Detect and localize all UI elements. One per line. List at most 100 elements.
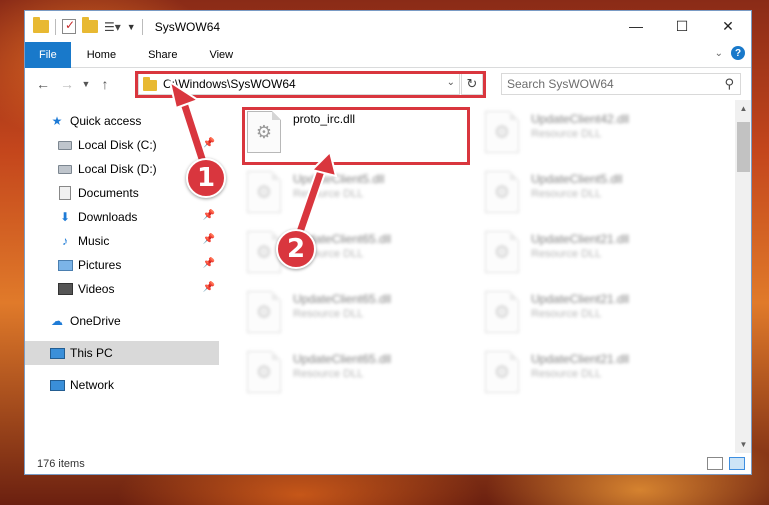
file-type: Resource DLL <box>531 188 602 200</box>
scroll-down-icon[interactable]: ▼ <box>735 436 751 453</box>
ribbon-right-controls: ⌄ ? <box>715 46 745 60</box>
sidebar-item-this-pc[interactable]: This PC <box>25 341 219 365</box>
quick-access-toolbar: ☰▾ ▼ <box>25 17 143 35</box>
tab-home[interactable]: Home <box>71 42 132 68</box>
pictures-icon <box>57 258 73 272</box>
sidebar-item-label: Network <box>70 378 115 392</box>
view-switcher <box>707 457 745 470</box>
sidebar-item-onedrive[interactable]: ☁ OneDrive <box>25 309 219 333</box>
sidebar-item-local-disk-c[interactable]: Local Disk (C:) 📌 <box>25 133 219 157</box>
documents-icon <box>57 186 73 200</box>
file-explorer-window: ☰▾ ▼ SysWOW64 — ☐ ✕ File Home Share View… <box>24 10 752 475</box>
search-icon: ⚲ <box>724 76 734 91</box>
details-view-icon[interactable] <box>707 457 723 470</box>
cloud-icon: ☁ <box>51 314 63 328</box>
file-name: UpdateClient5.dll <box>293 172 385 186</box>
pin-icon[interactable]: 📌 <box>203 210 215 221</box>
pin-icon[interactable]: 📌 <box>203 138 215 149</box>
toolbar-divider <box>141 18 143 35</box>
sidebar-item-downloads[interactable]: ⬇ Downloads 📌 <box>25 205 219 229</box>
scroll-thumb[interactable] <box>737 122 750 172</box>
help-icon[interactable]: ? <box>731 46 745 60</box>
maximize-button[interactable]: ☐ <box>659 11 705 41</box>
sidebar-item-music[interactable]: ♪ Music 📌 <box>25 229 219 253</box>
dll-file-icon: ⚙ <box>247 171 281 213</box>
chevron-down-icon[interactable]: ▼ <box>127 22 136 32</box>
vertical-scrollbar[interactable]: ▲ ▼ <box>735 100 751 453</box>
file-type: Resource DLL <box>293 308 364 320</box>
file-item[interactable]: ⚙ UpdateClient5.dll Resource DLL <box>247 171 477 221</box>
file-item[interactable]: ⚙ UpdateClient21.dll Resource DLL <box>485 291 715 341</box>
tab-view[interactable]: View <box>193 42 249 68</box>
file-type: Resource DLL <box>531 128 602 140</box>
file-item[interactable]: ⚙ UpdateClient65.dll Resource DLL <box>247 351 477 401</box>
dll-file-icon: ⚙ <box>485 351 519 393</box>
step-badge-1: 1 <box>186 158 226 198</box>
properties-icon[interactable] <box>62 18 76 34</box>
item-count: 176 items <box>37 458 85 470</box>
file-type: Resource DLL <box>531 248 602 260</box>
sidebar-item-label: Documents <box>78 186 139 200</box>
file-item[interactable]: ⚙ UpdateClient5.dll Resource DLL <box>485 171 715 221</box>
address-highlight-box <box>135 71 486 98</box>
sidebar-item-label: Music <box>78 234 110 248</box>
file-name: UpdateClient21.dll <box>531 292 630 306</box>
ribbon-tabs: File Home Share View ⌄ ? <box>25 41 751 68</box>
file-item[interactable]: ⚙ UpdateClient21.dll Resource DLL <box>485 231 715 281</box>
window-controls: — ☐ ✕ <box>613 11 751 41</box>
large-icons-view-icon[interactable] <box>729 457 745 470</box>
sidebar-item-label: Videos <box>78 282 115 296</box>
dll-file-icon: ⚙ <box>485 291 519 333</box>
close-button[interactable]: ✕ <box>705 11 751 41</box>
sidebar-item-label: OneDrive <box>70 314 121 328</box>
search-placeholder: Search SysWOW64 <box>507 77 614 91</box>
tab-file[interactable]: File <box>25 41 71 68</box>
dll-file-icon: ⚙ <box>485 231 519 273</box>
scroll-up-icon[interactable]: ▲ <box>735 100 751 117</box>
recent-locations-chevron-icon[interactable]: ▼ <box>79 72 93 96</box>
pin-icon[interactable]: 📌 <box>203 282 215 293</box>
dll-file-icon: ⚙ <box>247 291 281 333</box>
file-highlight-box <box>242 107 470 165</box>
sidebar-item-videos[interactable]: Videos 📌 <box>25 277 219 301</box>
videos-icon <box>57 282 73 296</box>
back-arrow-icon[interactable]: ← <box>31 72 55 96</box>
folder-icon <box>33 17 49 33</box>
pc-icon <box>49 346 65 360</box>
file-item[interactable]: ⚙ UpdateClient42.dll Resource DLL <box>485 111 715 161</box>
search-input[interactable]: Search SysWOW64 ⚲ <box>501 73 741 95</box>
minimize-button[interactable]: — <box>613 11 659 41</box>
pin-icon[interactable]: 📌 <box>203 258 215 269</box>
file-item[interactable]: ⚙ UpdateClient21.dll Resource DLL <box>485 351 715 401</box>
network-icon <box>49 378 65 392</box>
toolbar-divider <box>55 18 56 35</box>
file-type: Resource DLL <box>293 368 364 380</box>
sidebar-item-network[interactable]: Network <box>25 373 219 397</box>
file-name: UpdateClient65.dll <box>293 352 392 366</box>
pin-icon[interactable]: 📌 <box>203 234 215 245</box>
chevron-down-icon[interactable]: ⌄ <box>715 48 723 59</box>
sidebar-item-pictures[interactable]: Pictures 📌 <box>25 253 219 277</box>
sidebar-item-label: Downloads <box>78 210 138 224</box>
file-name: UpdateClient21.dll <box>531 232 630 246</box>
up-arrow-icon[interactable]: ↑ <box>93 72 117 96</box>
dll-file-icon: ⚙ <box>485 171 519 213</box>
new-folder-icon[interactable] <box>82 17 98 33</box>
customize-toolbar-icon[interactable]: ☰▾ <box>104 20 121 34</box>
dll-file-icon: ⚙ <box>247 351 281 393</box>
tab-share[interactable]: Share <box>132 42 193 68</box>
file-type: Resource DLL <box>293 188 364 200</box>
step-badge-2: 2 <box>276 229 316 269</box>
star-icon: ★ <box>51 114 63 128</box>
forward-arrow-icon[interactable]: → <box>55 72 79 96</box>
file-item[interactable]: ⚙ UpdateClient65.dll Resource DLL <box>247 291 477 341</box>
sidebar-item-quick-access[interactable]: ★ Quick access <box>25 109 219 133</box>
file-name: UpdateClient21.dll <box>531 352 630 366</box>
disk-icon <box>57 162 73 176</box>
file-name: UpdateClient65.dll <box>293 292 392 306</box>
sidebar-item-label: Local Disk (D:) <box>78 162 157 176</box>
sidebar-item-label: This PC <box>70 346 113 360</box>
dll-file-icon: ⚙ <box>485 111 519 153</box>
file-type: Resource DLL <box>531 308 602 320</box>
disk-icon <box>57 138 73 152</box>
